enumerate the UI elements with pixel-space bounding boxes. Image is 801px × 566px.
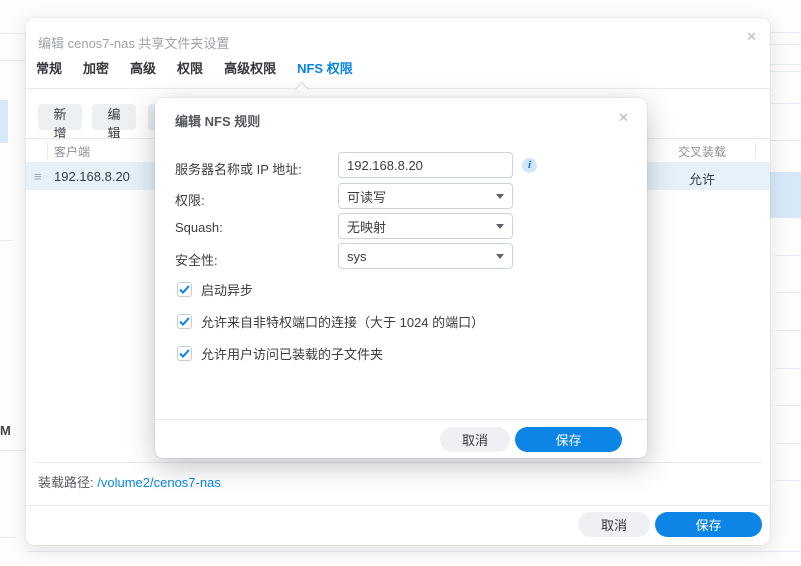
modal-title: 编辑 NFS 规则 [175, 114, 261, 129]
drag-handle-icon[interactable]: ≡ [34, 169, 42, 184]
checkbox-label: 允许用户访问已装载的子文件夹 [201, 347, 384, 362]
tab-nfs-permissions[interactable]: NFS 权限 [297, 58, 353, 77]
checkbox-checked-icon [177, 346, 192, 361]
squash-value: 无映射 [347, 219, 387, 235]
checkbox-checked-icon [177, 282, 192, 297]
chevron-down-icon [496, 224, 504, 229]
dialog-title: 编辑 cenos7-nas 共享文件夹设置 [38, 36, 230, 51]
column-header-client[interactable]: 客户端 [54, 143, 90, 160]
edit-nfs-rule-dialog: 编辑 NFS 规则 ✕ 服务器名称或 IP 地址: i 权限: 可读写 Squa… [155, 98, 647, 458]
background-line [770, 64, 801, 65]
checkbox-label: 启动异步 [201, 283, 254, 298]
cancel-button[interactable]: 取消 [578, 512, 650, 537]
background-line [770, 140, 801, 141]
tab-general[interactable]: 常规 [36, 58, 62, 77]
checkbox-enable-async[interactable]: 启动异步 [177, 280, 253, 299]
background-line [775, 255, 801, 256]
mount-path-value: /volume2/cenos7-nas [97, 475, 221, 490]
background-line [0, 60, 26, 61]
tab-bar: 常规 加密 高级 权限 高级权限 NFS 权限 [36, 58, 353, 77]
footer-divider [26, 505, 770, 506]
squash-label: Squash: [175, 220, 223, 235]
column-divider [755, 142, 756, 159]
modal-cancel-button[interactable]: 取消 [440, 427, 510, 452]
mount-path-label: 装载路径: [38, 475, 94, 490]
background-line [775, 405, 801, 406]
modal-footer-divider [155, 419, 647, 420]
checkbox-nonprivileged-ports[interactable]: 允许来自非特权端口的连接（大于 1024 的端口） [177, 312, 484, 331]
checkbox-access-mounted-subfolders[interactable]: 允许用户访问已装载的子文件夹 [177, 344, 383, 363]
security-select[interactable]: sys [338, 243, 513, 269]
security-label: 安全性: [175, 253, 218, 268]
mount-path-row: 装载路径: /volume2/cenos7-nas [38, 472, 221, 491]
background-line [0, 450, 26, 451]
server-input[interactable] [338, 152, 513, 178]
background-line [0, 33, 26, 34]
row-crossmount-value: 允许 [688, 172, 715, 187]
tab-separator [26, 88, 770, 89]
background-row-highlight [770, 172, 801, 218]
background-line [770, 103, 801, 104]
background-line [775, 292, 801, 293]
chevron-down-icon [496, 254, 504, 259]
background-line [770, 71, 801, 72]
chevron-down-icon [496, 194, 504, 199]
squash-select[interactable]: 无映射 [338, 213, 513, 239]
tab-permissions[interactable]: 权限 [177, 58, 203, 77]
modal-save-button[interactable]: 保存 [515, 427, 622, 452]
tab-encryption[interactable]: 加密 [83, 58, 109, 77]
checkbox-checked-icon [177, 314, 192, 329]
tab-advanced-permissions[interactable]: 高级权限 [224, 58, 276, 77]
column-header-crossmount[interactable]: 交叉装载 [652, 143, 752, 160]
background-row-highlight [0, 100, 8, 143]
active-tab-notch [294, 81, 310, 97]
close-icon[interactable]: ✕ [746, 30, 757, 43]
tab-advanced[interactable]: 高级 [130, 58, 156, 77]
checkbox-label: 允许来自非特权端口的连接（大于 1024 的端口） [201, 315, 485, 330]
close-icon[interactable]: ✕ [618, 111, 629, 124]
privilege-label: 权限: [175, 193, 205, 208]
background-line [775, 368, 801, 369]
server-label: 服务器名称或 IP 地址: [175, 162, 302, 177]
background-line [775, 480, 801, 481]
divider [34, 462, 762, 463]
security-value: sys [347, 248, 367, 264]
privilege-select[interactable]: 可读写 [338, 183, 513, 209]
background-line [775, 330, 801, 331]
background-line [770, 44, 801, 45]
background-line [28, 551, 801, 552]
background-line [770, 32, 801, 33]
background-line [0, 537, 16, 538]
background-line [0, 240, 12, 241]
row-client-value: 192.168.8.20 [54, 169, 130, 184]
info-icon[interactable]: i [522, 158, 537, 173]
add-button[interactable]: 新增 [38, 104, 82, 141]
background-partial-text: M [0, 423, 11, 438]
edit-button[interactable]: 编辑 [92, 104, 136, 141]
privilege-value: 可读写 [347, 189, 387, 205]
background-line [775, 443, 801, 444]
save-button[interactable]: 保存 [655, 512, 762, 537]
column-divider [47, 142, 48, 159]
